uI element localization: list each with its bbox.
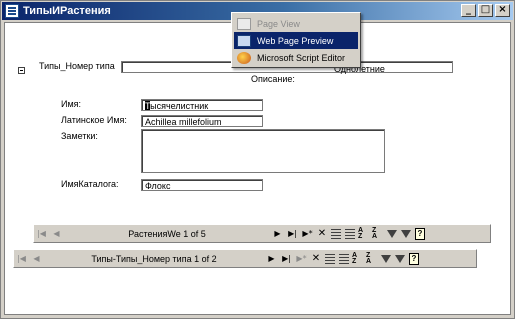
plants-navigation-bar: |◀ ◀ РастенияWe 1 of 5 ▶ ▶| ▶* ✕ AZ ZA ?	[33, 224, 491, 243]
name-field[interactable]: Тысячелистник	[141, 99, 263, 111]
menu-item-web-page-preview[interactable]: Web Page Preview	[234, 32, 358, 49]
prev-record-icon[interactable]: ◀	[31, 253, 42, 265]
help-icon[interactable]: ?	[409, 252, 419, 265]
find-icon[interactable]	[345, 228, 355, 239]
first-record-icon[interactable]: |◀	[36, 228, 47, 240]
new-record-icon[interactable]: ▶*	[296, 253, 307, 265]
delete-record-icon[interactable]: ✕	[316, 228, 328, 240]
notes-field[interactable]	[141, 129, 385, 173]
menu-item-label: Web Page Preview	[257, 35, 334, 46]
last-record-icon[interactable]: ▶|	[281, 253, 292, 265]
delete-record-icon[interactable]: ✕	[310, 253, 322, 265]
minimize-button[interactable]: _	[461, 4, 476, 17]
name-label: Имя:	[61, 99, 82, 109]
plants-record-counter: РастенияWe 1 of 5	[128, 228, 206, 239]
help-icon[interactable]: ?	[415, 227, 425, 240]
latin-name-field[interactable]: Achillea millefolium	[141, 115, 263, 127]
form-icon	[5, 4, 19, 18]
sort-ascending-icon[interactable]: AZ	[352, 252, 364, 265]
close-button[interactable]: ×	[495, 4, 510, 17]
next-record-icon[interactable]: ▶	[266, 253, 277, 265]
type-id-label: Типы_Номер типа	[39, 61, 115, 71]
filter-by-selection-icon[interactable]	[381, 254, 391, 263]
records-grid-icon[interactable]	[325, 253, 335, 264]
window-title: ТипыИРастения	[23, 5, 111, 17]
catalog-name-field[interactable]: Флокс	[141, 179, 263, 191]
first-record-icon[interactable]: |◀	[16, 253, 27, 265]
sort-descending-icon[interactable]: ZA	[372, 227, 384, 240]
filter-by-selection-icon[interactable]	[387, 229, 397, 238]
name-field-text: ысячелистник	[150, 101, 209, 111]
menu-item-script-editor[interactable]: Microsoft Script Editor	[234, 49, 358, 66]
menu-item-page-view[interactable]: Page View	[234, 15, 358, 32]
types-navigation-bar: |◀ ◀ Типы-Типы_Номер типа 1 of 2 ▶ ▶| ▶*…	[13, 249, 477, 268]
records-grid-icon[interactable]	[331, 228, 341, 239]
expand-collapse-icon[interactable]	[18, 67, 25, 74]
toggle-filter-icon[interactable]	[395, 254, 405, 263]
prev-record-icon[interactable]: ◀	[51, 228, 62, 240]
page-view-icon	[237, 17, 251, 30]
app-window: ТипыИРастения _ □ × Типы_Номер типа Одно…	[0, 0, 515, 319]
script-editor-icon	[237, 51, 251, 64]
view-context-menu: Page View Web Page Preview Microsoft Scr…	[231, 12, 361, 68]
catalog-name-label: ИмяКаталога:	[61, 179, 119, 189]
sort-descending-icon[interactable]: ZA	[366, 252, 378, 265]
toggle-filter-icon[interactable]	[401, 229, 411, 238]
menu-item-label: Page View	[257, 18, 300, 29]
new-record-icon[interactable]: ▶*	[302, 228, 313, 240]
next-record-icon[interactable]: ▶	[272, 228, 283, 240]
notes-label: Заметки:	[61, 131, 98, 141]
find-icon[interactable]	[339, 253, 349, 264]
window-controls: _ □ ×	[461, 4, 510, 17]
types-record-counter: Типы-Типы_Номер типа 1 of 2	[91, 253, 217, 264]
last-record-icon[interactable]: ▶|	[287, 228, 298, 240]
latin-name-label: Латинское Имя:	[61, 115, 127, 125]
restore-button[interactable]: □	[478, 4, 493, 17]
menu-item-label: Microsoft Script Editor	[257, 52, 346, 63]
sort-ascending-icon[interactable]: AZ	[358, 227, 370, 240]
web-page-icon	[237, 34, 251, 47]
description-label: Описание:	[251, 74, 295, 84]
